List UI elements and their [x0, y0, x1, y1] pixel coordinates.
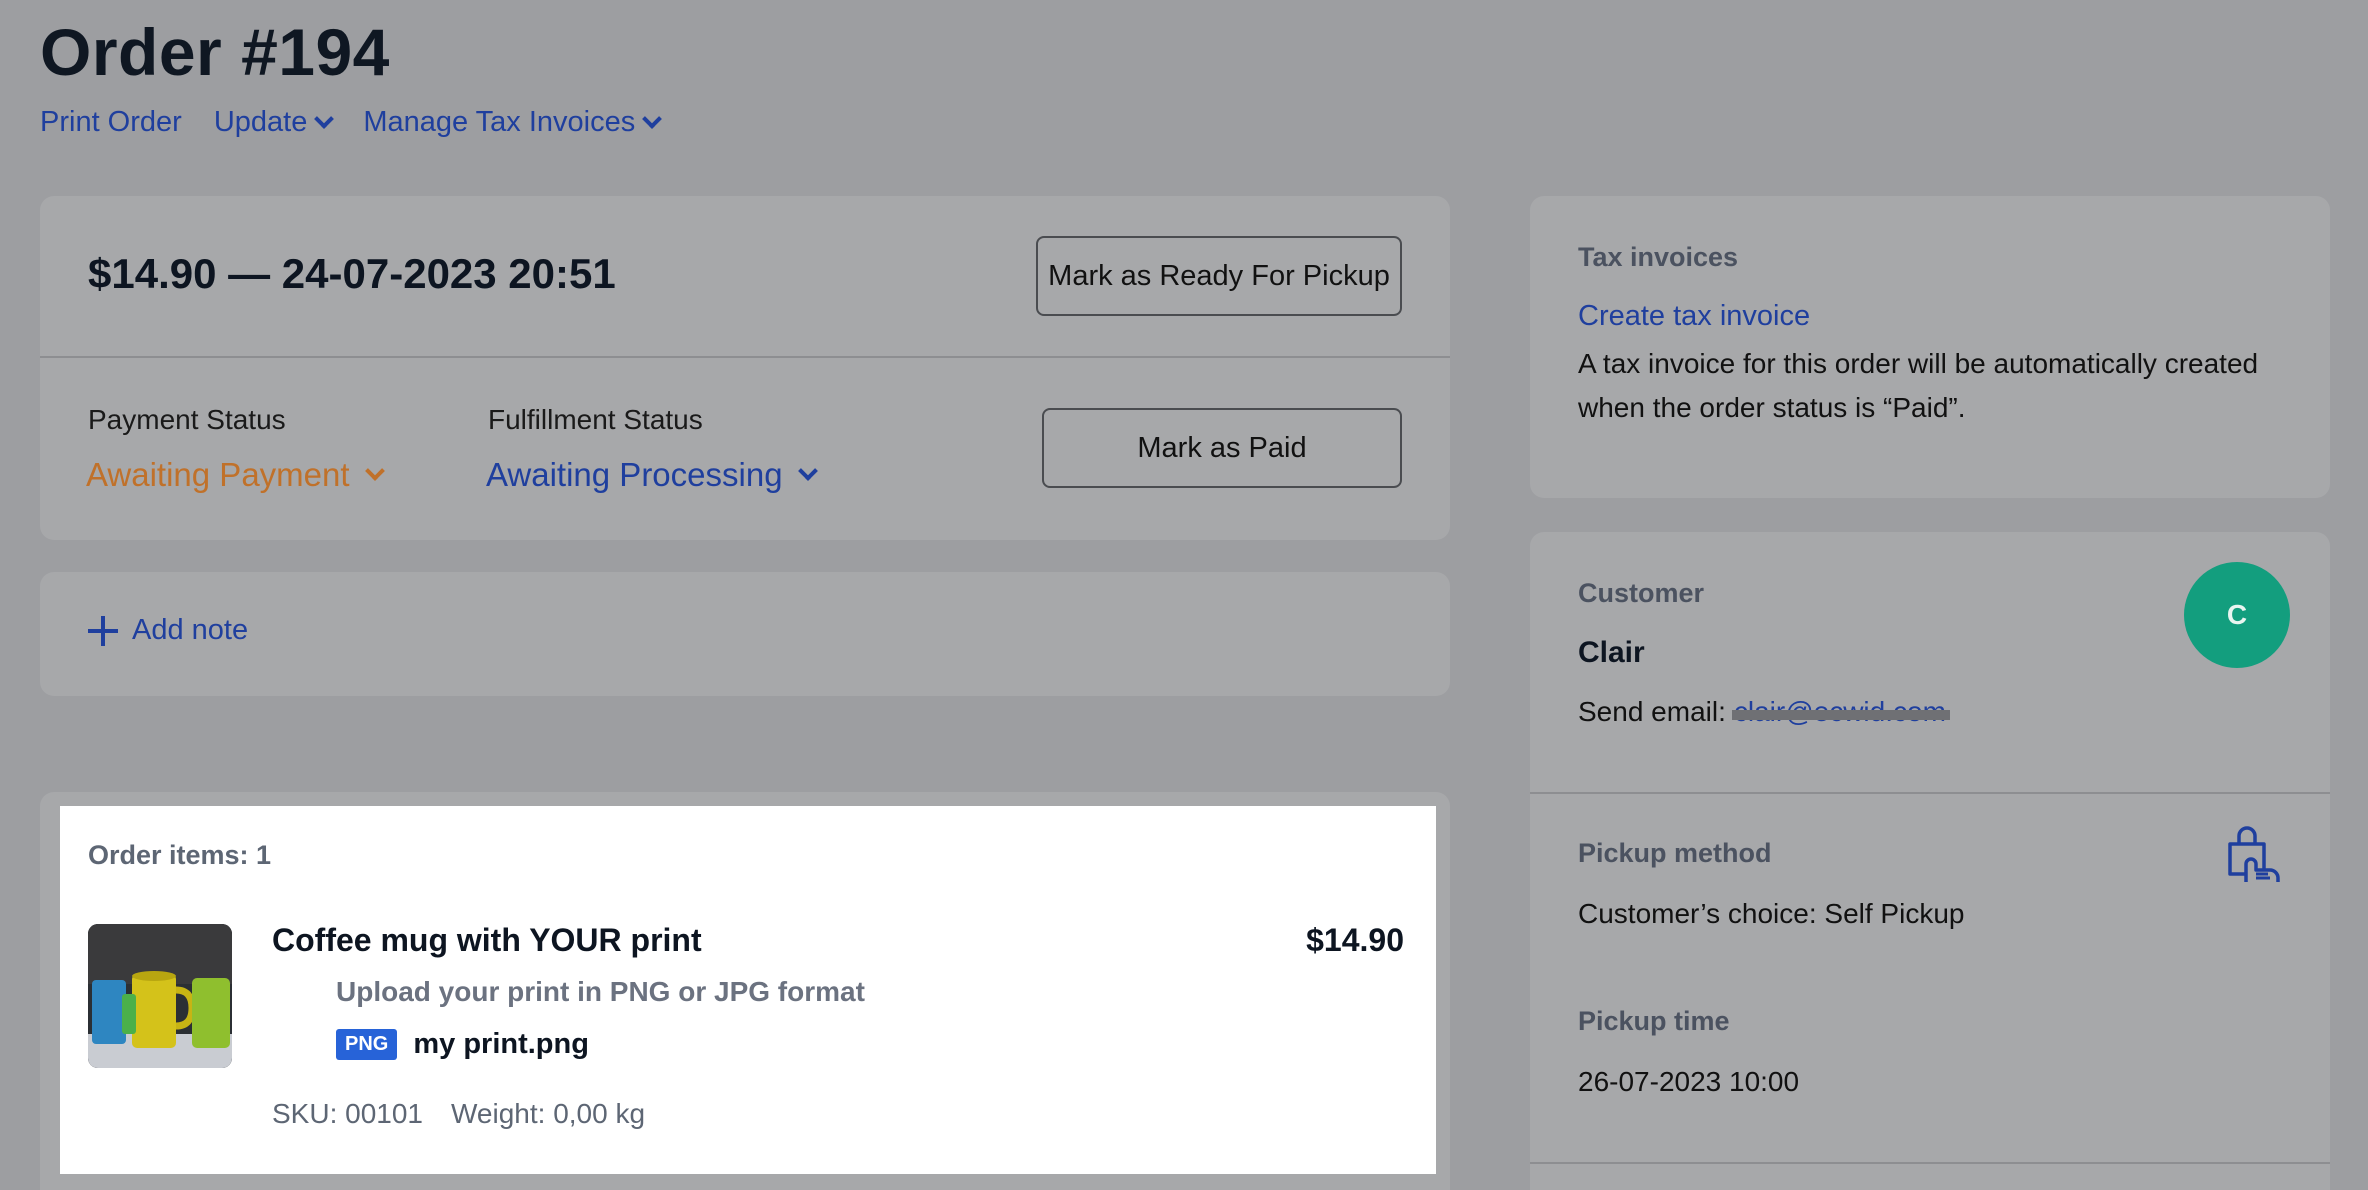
- item-sku: SKU: 00101: [272, 1098, 423, 1130]
- manage-tax-invoices-label: Manage Tax Invoices: [363, 106, 635, 139]
- pickup-method-value: Customer’s choice: Self Pickup: [1578, 898, 1964, 930]
- create-tax-invoice-link[interactable]: Create tax invoice: [1578, 300, 1810, 333]
- avatar: C: [2184, 562, 2290, 668]
- customer-email-row: Send email: clair@ecwid.com: [1578, 696, 1946, 728]
- customer-email-link[interactable]: clair@ecwid.com: [1734, 696, 1946, 728]
- tax-invoices-heading: Tax invoices: [1578, 242, 1738, 273]
- attached-file[interactable]: PNG my print.png: [336, 1028, 589, 1061]
- payment-status-dropdown[interactable]: Awaiting Payment: [86, 456, 382, 494]
- order-status-card: $14.90 — 24-07-2023 20:51 Mark as Ready …: [40, 196, 1450, 540]
- update-label: Update: [214, 106, 308, 139]
- send-email-label: Send email:: [1578, 696, 1726, 728]
- note-card: Add note: [40, 572, 1450, 696]
- order-items-panel: Order items: 1 Coffee mug with YOUR prin…: [60, 806, 1436, 1174]
- tax-invoice-description: A tax invoice for this order will be aut…: [1578, 342, 2298, 430]
- manage-tax-invoices-dropdown[interactable]: Manage Tax Invoices: [363, 106, 659, 139]
- order-summary: $14.90 — 24-07-2023 20:51: [88, 250, 616, 298]
- divider: [40, 356, 1450, 358]
- chevron-down-icon: [642, 109, 662, 129]
- fulfillment-status-label: Fulfillment Status: [488, 404, 703, 436]
- customer-heading: Customer: [1578, 578, 1704, 609]
- plus-icon: [88, 616, 118, 646]
- chevron-down-icon: [314, 109, 334, 129]
- chevron-down-icon: [798, 461, 818, 481]
- print-order-link[interactable]: Print Order: [40, 106, 182, 139]
- order-items-count: Order items: 1: [88, 840, 271, 871]
- png-file-badge: PNG: [336, 1029, 397, 1060]
- fulfillment-status-dropdown[interactable]: Awaiting Processing: [486, 456, 815, 494]
- customer-card: Customer C Clair Send email: clair@ecwid…: [1530, 532, 2330, 1190]
- shopping-bag-hand-icon: [2224, 822, 2290, 888]
- fulfillment-status-value: Awaiting Processing: [486, 456, 783, 494]
- divider: [1530, 792, 2330, 794]
- file-name: my print.png: [413, 1028, 589, 1061]
- item-meta: SKU: 00101 Weight: 0,00 kg: [272, 1098, 645, 1130]
- item-weight: Weight: 0,00 kg: [451, 1098, 645, 1130]
- mark-as-paid-button[interactable]: Mark as Paid: [1042, 408, 1402, 488]
- tax-invoices-card: Tax invoices Create tax invoice A tax in…: [1530, 196, 2330, 498]
- pickup-method-heading: Pickup method: [1578, 838, 1772, 869]
- item-name[interactable]: Coffee mug with YOUR print: [272, 922, 702, 959]
- add-note-label: Add note: [132, 614, 248, 647]
- pickup-time-heading: Pickup time: [1578, 1006, 1730, 1037]
- pickup-time-value: 26-07-2023 10:00: [1578, 1066, 1799, 1098]
- add-note-button[interactable]: Add note: [88, 614, 248, 647]
- chevron-down-icon: [365, 461, 385, 481]
- mark-ready-for-pickup-button[interactable]: Mark as Ready For Pickup: [1036, 236, 1402, 316]
- item-price: $14.90: [1306, 922, 1404, 959]
- payment-status-value: Awaiting Payment: [86, 456, 350, 494]
- item-option: Upload your print in PNG or JPG format: [336, 976, 865, 1008]
- update-dropdown[interactable]: Update: [214, 106, 332, 139]
- divider: [1530, 1162, 2330, 1164]
- product-thumbnail[interactable]: [88, 924, 232, 1068]
- coffee-mugs-image: [88, 924, 232, 1068]
- page-title: Order #194: [40, 14, 390, 90]
- payment-status-label: Payment Status: [88, 404, 286, 436]
- customer-name[interactable]: Clair: [1578, 636, 1645, 670]
- order-actions: Print Order Update Manage Tax Invoices: [40, 106, 659, 139]
- print-order-label: Print Order: [40, 106, 182, 139]
